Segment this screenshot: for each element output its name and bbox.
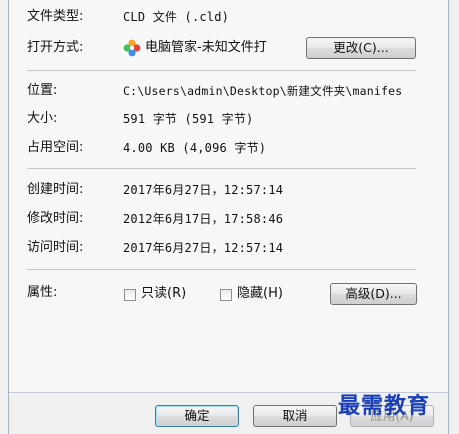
- hidden-label[interactable]: 隐藏(H): [237, 285, 283, 303]
- created-value: 2017年6月27日，12:57:14: [123, 183, 284, 197]
- readonly-checkbox[interactable]: [124, 289, 136, 301]
- size-on-disk-value: 4.00 KB (4,096 字节): [123, 141, 267, 155]
- accessed-value: 2017年6月27日，12:57:14: [123, 241, 284, 255]
- modified-value: 2012年6月17日，17:58:46: [123, 212, 284, 226]
- location-value: C:\Users\admin\Desktop\新建文件夹\manifes: [123, 84, 403, 98]
- location-label: 位置:: [27, 83, 58, 98]
- hidden-checkbox[interactable]: [220, 289, 232, 301]
- separator-2: [27, 168, 416, 169]
- size-value: 591 字节 (591 字节): [123, 112, 254, 126]
- change-button[interactable]: 更改(C)...: [306, 37, 416, 59]
- advanced-button[interactable]: 高级(D)...: [330, 283, 417, 305]
- dialog-right-border: [448, 0, 449, 434]
- separator-3: [27, 269, 416, 270]
- readonly-label[interactable]: 只读(R): [141, 285, 186, 303]
- watermark-text: 最需教育: [338, 393, 431, 419]
- pc-manager-app-icon: [123, 39, 141, 57]
- file-type-value: CLD 文件 (.cld): [123, 10, 230, 24]
- accessed-label: 访问时间:: [27, 240, 84, 255]
- file-type-label: 文件类型:: [27, 9, 84, 24]
- size-on-disk-label: 占用空间:: [27, 140, 84, 155]
- ok-button[interactable]: 确定: [155, 405, 239, 427]
- file-properties-dialog: 文件类型: CLD 文件 (.cld) 打开方式: 电脑管家-未知文件打 更改(…: [0, 0, 459, 434]
- opens-with-label: 打开方式:: [27, 40, 84, 55]
- created-label: 创建时间:: [27, 182, 84, 197]
- separator-1: [27, 70, 416, 71]
- opens-with-app-name: 电脑管家-未知文件打: [145, 40, 267, 55]
- attributes-label: 属性:: [27, 285, 58, 300]
- modified-label: 修改时间:: [27, 211, 84, 226]
- cancel-button[interactable]: 取消: [253, 405, 337, 427]
- size-label: 大小:: [27, 111, 58, 126]
